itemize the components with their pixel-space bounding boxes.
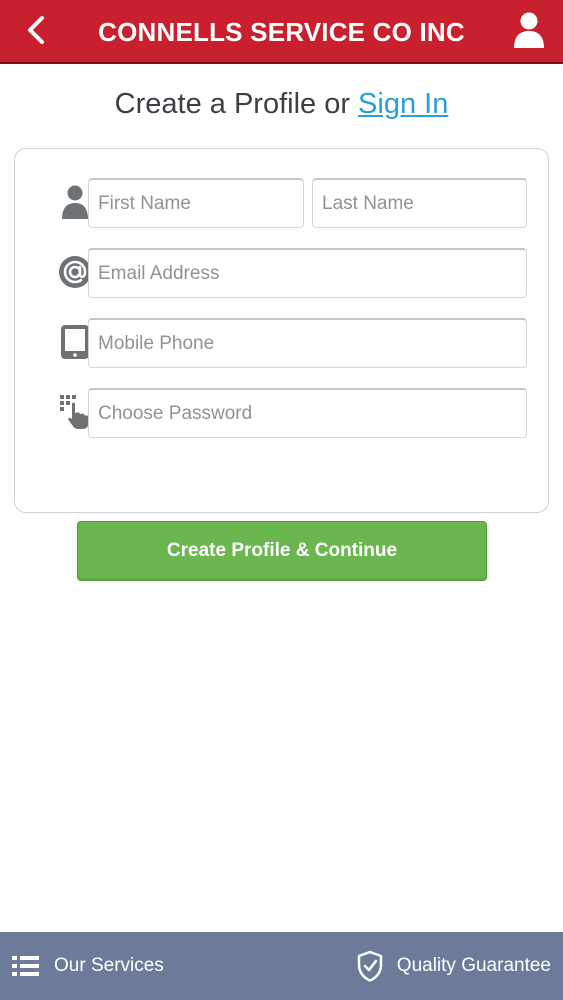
sign-in-link[interactable]: Sign In (358, 88, 448, 120)
password-field[interactable] (88, 388, 527, 438)
create-profile-button[interactable]: Create Profile & Continue (77, 521, 487, 581)
shield-check-icon (357, 950, 383, 982)
mobile-phone-field[interactable] (88, 318, 527, 368)
our-services-button[interactable]: Our Services (12, 932, 164, 1000)
profile-button[interactable] (511, 12, 547, 52)
bottom-nav-bar: Our Services Quality Guarantee (0, 932, 563, 1000)
page-heading: Create a Profile or Sign In (0, 88, 563, 121)
first-name-field[interactable] (88, 178, 304, 228)
back-button[interactable] (18, 14, 54, 50)
heading-text: Create a Profile or (114, 88, 350, 120)
user-icon (513, 11, 545, 54)
app-screen: CONNELLS SERVICE CO INC Create a Profile… (0, 0, 563, 1000)
email-field[interactable] (88, 248, 527, 298)
header-title: CONNELLS SERVICE CO INC (98, 17, 465, 47)
list-icon (12, 955, 40, 977)
quality-guarantee-label: Quality Guarantee (396, 955, 551, 976)
last-name-field[interactable] (312, 178, 527, 228)
quality-guarantee-button[interactable]: Quality Guarantee (357, 932, 551, 1000)
chevron-left-icon (25, 15, 47, 50)
profile-form (14, 148, 549, 513)
app-header: CONNELLS SERVICE CO INC (0, 0, 563, 64)
our-services-label: Our Services (54, 955, 164, 976)
